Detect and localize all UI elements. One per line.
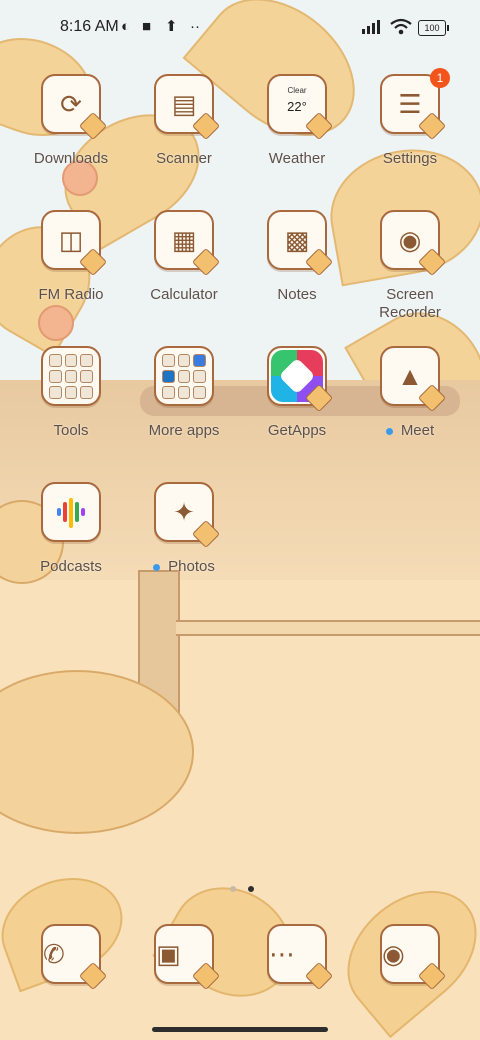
page-dot[interactable] [230, 886, 236, 892]
app-label: Notes [277, 286, 317, 303]
app-getapps[interactable]: GetApps [247, 346, 347, 464]
signal-icon [362, 20, 380, 34]
app-settings[interactable]: ☰ 1 Settings [360, 68, 460, 192]
notes-icon: ▩ [267, 210, 334, 277]
app-notes[interactable]: ▩ Notes [247, 210, 347, 328]
app-label: GetApps [267, 422, 327, 439]
app-podcasts[interactable]: Podcasts [21, 482, 121, 600]
folder-tools[interactable]: Tools [21, 346, 121, 464]
app-label: Meet [400, 422, 435, 439]
pinwheel-icon: ✦ [154, 482, 221, 549]
video-icon: ▲ [380, 346, 447, 413]
messages-icon: ⋯ [267, 924, 334, 991]
weather-condition: Clear [287, 86, 307, 95]
status-time: 8:16 AM [60, 18, 119, 35]
scanner-icon: ▤ [154, 74, 221, 141]
battery-icon: 100 [418, 20, 449, 36]
phone-icon: ✆ [41, 924, 108, 991]
app-photos[interactable]: ✦ Photos [134, 482, 234, 600]
app-label: Photos [168, 558, 215, 575]
dock-gallery[interactable]: ▣ [154, 924, 221, 991]
radio-icon: ◫ [41, 210, 108, 277]
new-app-dot [153, 563, 161, 571]
dock-camera[interactable]: ◉ [380, 924, 447, 991]
new-app-dot [385, 427, 393, 435]
app-downloads[interactable]: ⟳ Downloads [21, 74, 121, 192]
fence-rail [176, 620, 480, 636]
vpn-icon: ◐ [121, 18, 131, 35]
app-label: More apps [148, 422, 220, 439]
camera-icon: ◉ [380, 924, 447, 991]
calculator-icon: ▦ [154, 210, 221, 277]
app-label: Settings [382, 150, 438, 167]
weather-icon: Clear 22° [267, 74, 334, 141]
page-indicator[interactable] [226, 879, 258, 897]
weather-temperature: 22° [287, 99, 307, 114]
app-scanner[interactable]: ▤ Scanner [134, 74, 234, 192]
gallery-icon: ▣ [154, 924, 221, 991]
folder-icon [41, 346, 101, 406]
app-weather[interactable]: Clear 22° Weather [247, 74, 347, 192]
app-label: Podcasts [40, 558, 102, 575]
getapps-icon [267, 346, 334, 413]
app-label: Downloads [33, 150, 109, 167]
podcasts-icon [41, 482, 101, 542]
upload-icon: ⬆ [165, 18, 178, 35]
app-screen-recorder[interactable]: ◉ Screen Recorder [360, 210, 460, 328]
notification-badge: 1 [430, 68, 450, 88]
app-calculator[interactable]: ▦ Calculator [134, 210, 234, 328]
more-dots-icon: ·· [190, 18, 200, 35]
status-bar: 8:16 AM ◐ ■ ⬆ ·· 100 [0, 0, 480, 56]
dock-phone[interactable]: ✆ [41, 924, 108, 991]
recorder-icon: ◉ [380, 210, 447, 277]
app-label-row: Photos [134, 558, 234, 576]
app-label: Screen Recorder [379, 286, 441, 321]
app-fm-radio[interactable]: ◫ FM Radio [21, 210, 121, 328]
app-label: Calculator [150, 286, 218, 303]
folder-more-apps[interactable]: More apps [134, 346, 234, 464]
app-label: Scanner [156, 150, 212, 167]
folder-icon [154, 346, 214, 406]
dock-messages[interactable]: ⋯ [267, 924, 334, 991]
wifi-icon [390, 18, 412, 35]
app-label-row: Meet [360, 422, 460, 440]
app-label: Tools [53, 422, 89, 439]
app-meet[interactable]: ▲ Meet [360, 346, 460, 464]
download-icon: ⟳ [41, 74, 108, 141]
square-icon: ■ [142, 18, 152, 35]
page-dot-active[interactable] [248, 886, 255, 892]
app-label: Weather [268, 150, 326, 167]
app-label: FM Radio [38, 286, 104, 303]
gesture-nav-bar[interactable] [152, 1027, 328, 1032]
